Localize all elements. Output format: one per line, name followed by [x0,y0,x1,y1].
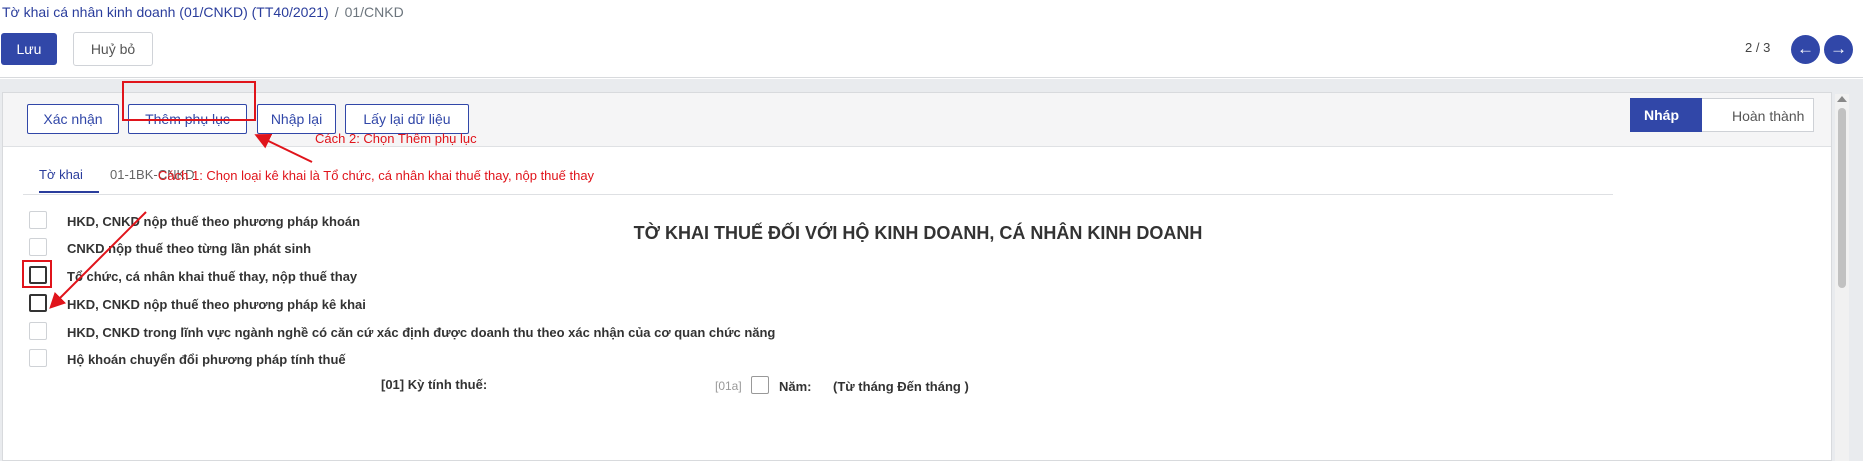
year-label: Năm: [779,379,812,394]
breadcrumb: Tờ khai cá nhân kinh doanh (01/CNKD) (TT… [2,4,404,20]
confirm-button[interactable]: Xác nhận [27,104,119,134]
option-checkbox [29,322,47,340]
option-label: HKD, CNKD nộp thuế theo phương pháp kê k… [67,297,366,312]
month-range-label: (Từ tháng Đến tháng ) [833,379,969,394]
pager-value: 2 / 3 [1745,40,1771,55]
option-label: CNKD nộp thuế theo từng lần phát sinh [67,241,312,256]
option-checkbox [29,238,47,256]
form-header: Xác nhận Thêm phụ lục Nhập lại Lấy lại d… [3,93,1831,147]
save-button[interactable]: Lưu [1,33,57,65]
reload-data-button[interactable]: Lấy lại dữ liệu [345,104,469,134]
annotation-method-2: Cách 2: Chọn Thêm phụ lục [315,131,477,146]
option-checkbox[interactable] [29,294,47,312]
tax-period-label: [01] Kỳ tính thuế: [381,377,488,392]
option-checkbox [29,349,47,367]
scrollbar-thumb[interactable] [1838,108,1846,288]
arrow-right-icon[interactable]: → [1824,35,1853,64]
scroll-up-icon[interactable] [1837,96,1847,102]
breadcrumb-parent-link[interactable]: Tờ khai cá nhân kinh doanh (01/CNKD) (TT… [2,4,329,20]
option-label: HKD, CNKD trong lĩnh vực ngành nghề có c… [67,325,776,340]
form-sheet: Xác nhận Thêm phụ lục Nhập lại Lấy lại d… [2,81,1832,461]
option-checkbox [29,211,47,229]
highlight-add-appendix [122,81,256,121]
option-label: Tổ chức, cá nhân khai thuế thay, nộp thu… [67,269,358,284]
breadcrumb-current: 01/CNKD [344,4,404,20]
option-label: Hộ khoán chuyển đổi phương pháp tính thu… [67,352,346,367]
tab-declaration[interactable]: Tờ khai [39,167,99,193]
control-panel: Tờ khai cá nhân kinh doanh (01/CNKD) (TT… [0,0,1863,78]
tax-period-code: [01a] [715,379,742,393]
status-stage-draft[interactable]: Nháp [1630,98,1716,132]
annotation-method-1: Cách 1: Chọn loại kê khai là Tổ chức, cá… [158,168,595,183]
tax-period-checkbox[interactable] [751,376,769,394]
breadcrumb-separator: / [334,4,339,20]
arrow-left-icon[interactable]: ← [1791,35,1820,64]
re-enter-button[interactable]: Nhập lại [257,104,336,134]
status-stage-done[interactable]: Hoàn thành [1702,98,1814,132]
discard-button[interactable]: Huỷ bỏ [73,32,153,66]
vertical-scrollbar[interactable] [1835,94,1849,461]
highlight-checkbox [22,260,52,288]
option-label: HKD, CNKD nộp thuế theo phương pháp khoá… [67,214,361,229]
